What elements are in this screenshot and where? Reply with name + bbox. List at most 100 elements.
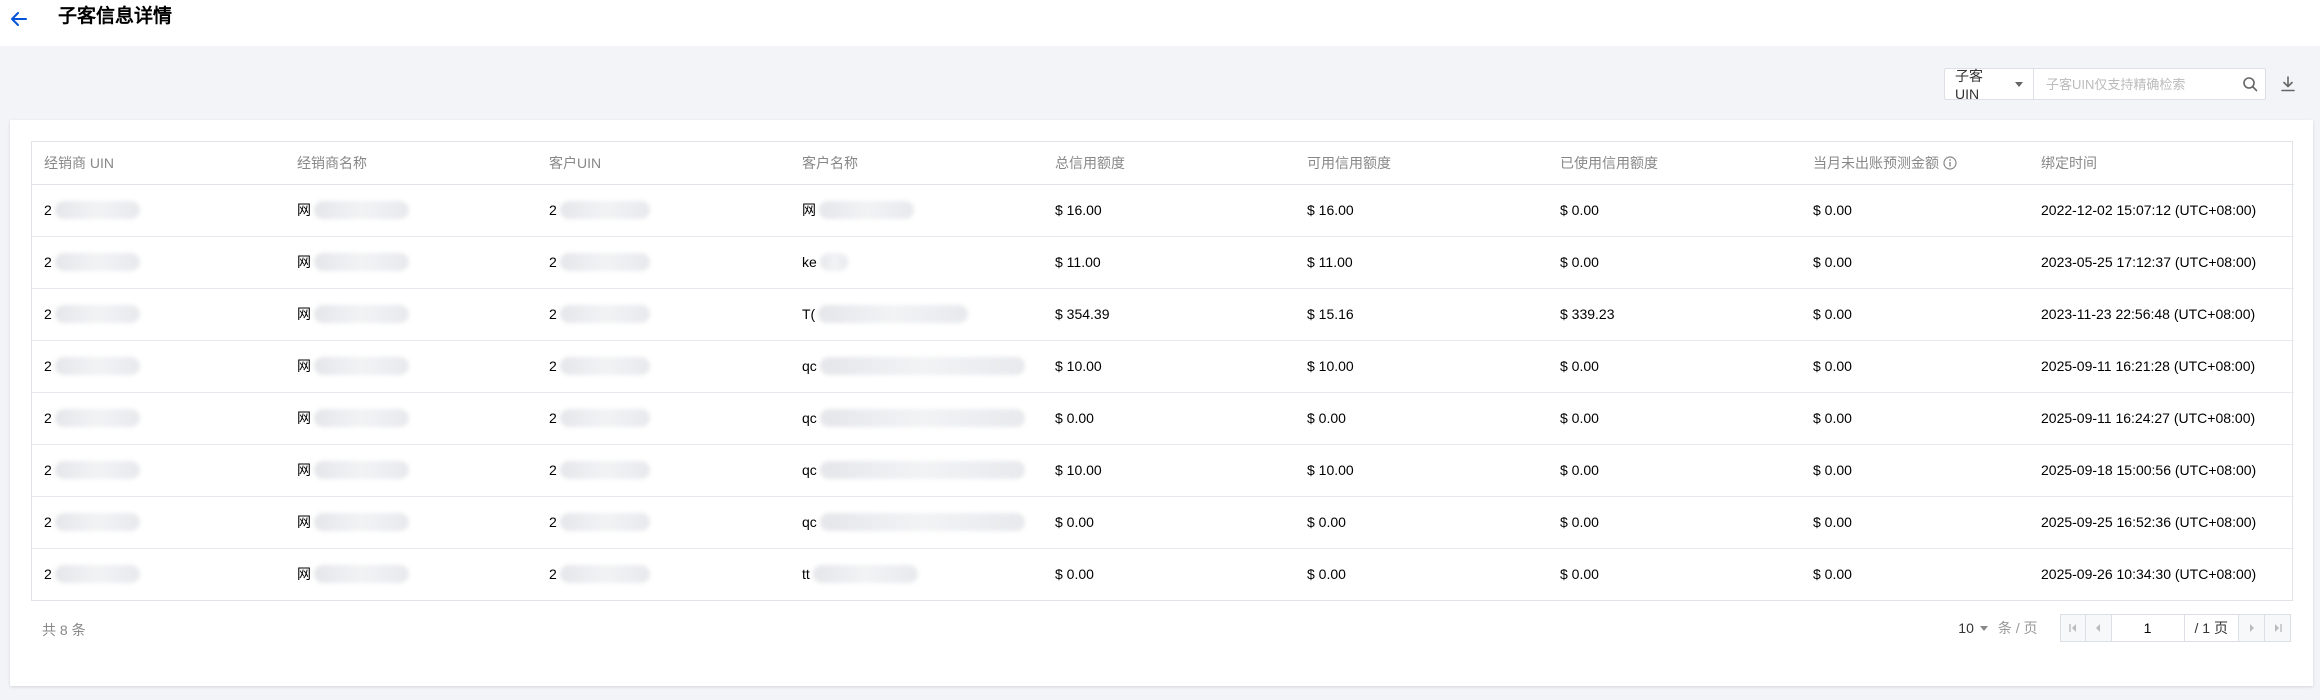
cell-customer-uin-text: 2 [549,410,557,426]
table-row: 2 网 2 qc $ 0.00 $ 0.00 $ 0.00 $ 0.00 2025-09-25 … [32,496,2294,549]
cell-customer-name: qc [790,444,1043,497]
cell-dealer-uin-text: 2 [44,566,52,583]
search-icon[interactable] [2235,69,2265,99]
cell-dealer-uin-text: 2 [44,514,52,530]
cell-customer-name: tt [790,548,1043,600]
cell-total-credit: $ 10.00 [1043,340,1295,393]
table-row: 2 网 2 网 $ 16.00 $ 16.00 $ 0.00 $ 0.00 2022-12-02… [32,184,2294,237]
cell-forecast: $ 0.00 [1801,392,2029,445]
info-icon[interactable] [1943,156,1957,170]
cell-dealer-name: 网 [285,340,537,393]
masked-value: 2 [549,513,650,531]
cell-bind-time-text: 2023-11-23 22:56:48 (UTC+08:00) [2041,306,2256,322]
redaction-blur [559,409,650,427]
table-row: 2 网 2 tt $ 0.00 $ 0.00 $ 0.00 $ 0.00 2025-09-26 … [32,548,2294,600]
total-count: 共 8 条 [42,622,86,638]
cell-bind-time-text: 2025-09-18 15:00:56 (UTC+08:00) [2041,462,2257,478]
masked-value: 2 [549,461,650,479]
masked-value: 2 [549,565,650,584]
cell-dealer-name: 网 [285,444,537,497]
search-box [2034,68,2266,100]
col-header-bind-time: 绑定时间 [2029,142,2294,185]
cell-dealer-uin-text: 2 [44,462,52,478]
cell-dealer-name-text: 网 [297,514,311,530]
cell-dealer-uin: 2 [32,392,285,445]
cell-dealer-uin: 2 [32,444,285,497]
masked-value: 网 [297,512,409,532]
cell-customer-uin-text: 2 [549,358,557,374]
cell-used-credit-text: $ 0.00 [1560,566,1599,583]
table-row: 2 网 2 ke $ 11.00 $ 11.00 $ 0.00 $ 0.00 2023-05-2… [32,236,2294,289]
masked-value: 2 [44,461,140,479]
table-row: 2 网 2 T($ 354.39 $ 15.16 $ 339.23 $ 0.00 2023-1… [32,288,2294,341]
cell-forecast-text: $ 0.00 [1813,254,1852,270]
cell-total-credit: $ 0.00 [1043,392,1295,445]
cell-total-credit-text: $ 0.00 [1055,410,1094,426]
cell-dealer-uin-text: 2 [44,254,52,270]
last-page-icon [2274,624,2282,632]
cell-dealer-name: 网 [285,236,537,289]
cell-forecast-text: $ 0.00 [1813,306,1852,322]
cell-used-credit: $ 0.00 [1548,184,1801,237]
cell-customer-name-text: qc [802,462,817,478]
cell-forecast: $ 0.00 [1801,340,2029,393]
cell-total-credit: $ 0.00 [1043,496,1295,549]
cell-customer-name: qc [790,496,1043,549]
redaction-blur [559,513,650,531]
cell-customer-name: qc [790,392,1043,445]
arrow-left-icon[interactable] [8,8,30,30]
cell-total-credit-text: $ 16.00 [1055,202,1102,218]
first-page-icon [2068,624,2076,632]
cell-dealer-uin-text: 2 [44,410,52,426]
cell-forecast-text: $ 0.00 [1813,410,1852,426]
cell-dealer-name-text: 网 [297,566,311,583]
cell-used-credit-text: $ 0.00 [1560,462,1599,478]
cell-available-credit: $ 16.00 [1295,184,1548,237]
cell-available-credit: $ 15.16 [1295,288,1548,341]
masked-value: T( [802,305,969,323]
cell-dealer-uin: 2 [32,288,285,341]
cell-customer-uin: 2 [537,548,790,600]
prev-page-button[interactable] [2085,614,2112,642]
cell-total-credit: $ 11.00 [1043,236,1295,289]
cell-bind-time-text: 2025-09-26 10:34:30 (UTC+08:00) [2041,566,2257,583]
cell-forecast-text: $ 0.00 [1813,514,1852,530]
search-input[interactable] [2034,69,2235,99]
cell-dealer-name: 网 [285,548,537,600]
cell-bind-time-text: 2025-09-25 16:52:36 (UTC+08:00) [2041,514,2257,530]
masked-value: 网 [297,252,409,272]
cell-bind-time: 2025-09-18 15:00:56 (UTC+08:00) [2029,444,2294,497]
chevron-down-icon [2015,81,2023,87]
cell-forecast: $ 0.00 [1801,236,2029,289]
next-page-button[interactable] [2239,614,2265,642]
download-icon[interactable] [2276,68,2300,100]
table-header-row: 经销商 UIN 经销商名称 客户UIN 客户名称 总信用额度 可用信用额度 已使… [32,142,2294,185]
redaction-blur [314,461,409,479]
first-page-button[interactable] [2059,614,2086,642]
redaction-blur [54,409,140,427]
last-page-button[interactable] [2265,614,2291,642]
cell-customer-name: 网 [790,184,1043,237]
redaction-blur [314,409,409,427]
cell-available-credit: $ 10.00 [1295,444,1548,497]
redaction-blur [314,357,409,375]
masked-value: 网 [297,460,409,480]
cell-used-credit: $ 0.00 [1548,496,1801,549]
redaction-blur [812,565,918,584]
filter-field-label: 子客 UIN [1955,68,1983,102]
page-size-select[interactable]: 10 [1958,620,1988,636]
cell-dealer-uin-text: 2 [44,306,52,322]
cell-available-credit: $ 0.00 [1295,496,1548,549]
cell-available-credit-text: $ 0.00 [1307,514,1346,530]
page-title: 子客信息详情 [58,6,173,27]
cell-available-credit-text: $ 15.16 [1307,306,1354,322]
masked-value: 网 [297,200,409,220]
filter-field-select[interactable]: 子客 UIN [1944,68,2034,102]
cell-bind-time: 2023-11-23 22:56:48 (UTC+08:00) [2029,288,2294,341]
col-header-customer-uin: 客户UIN [537,142,790,185]
cell-dealer-uin: 2 [32,340,285,393]
per-page-label: 条 / 页 [1997,620,2038,636]
cell-customer-uin: 2 [537,444,790,497]
page-number-input[interactable] [2111,614,2184,642]
redaction-blur [819,253,848,271]
